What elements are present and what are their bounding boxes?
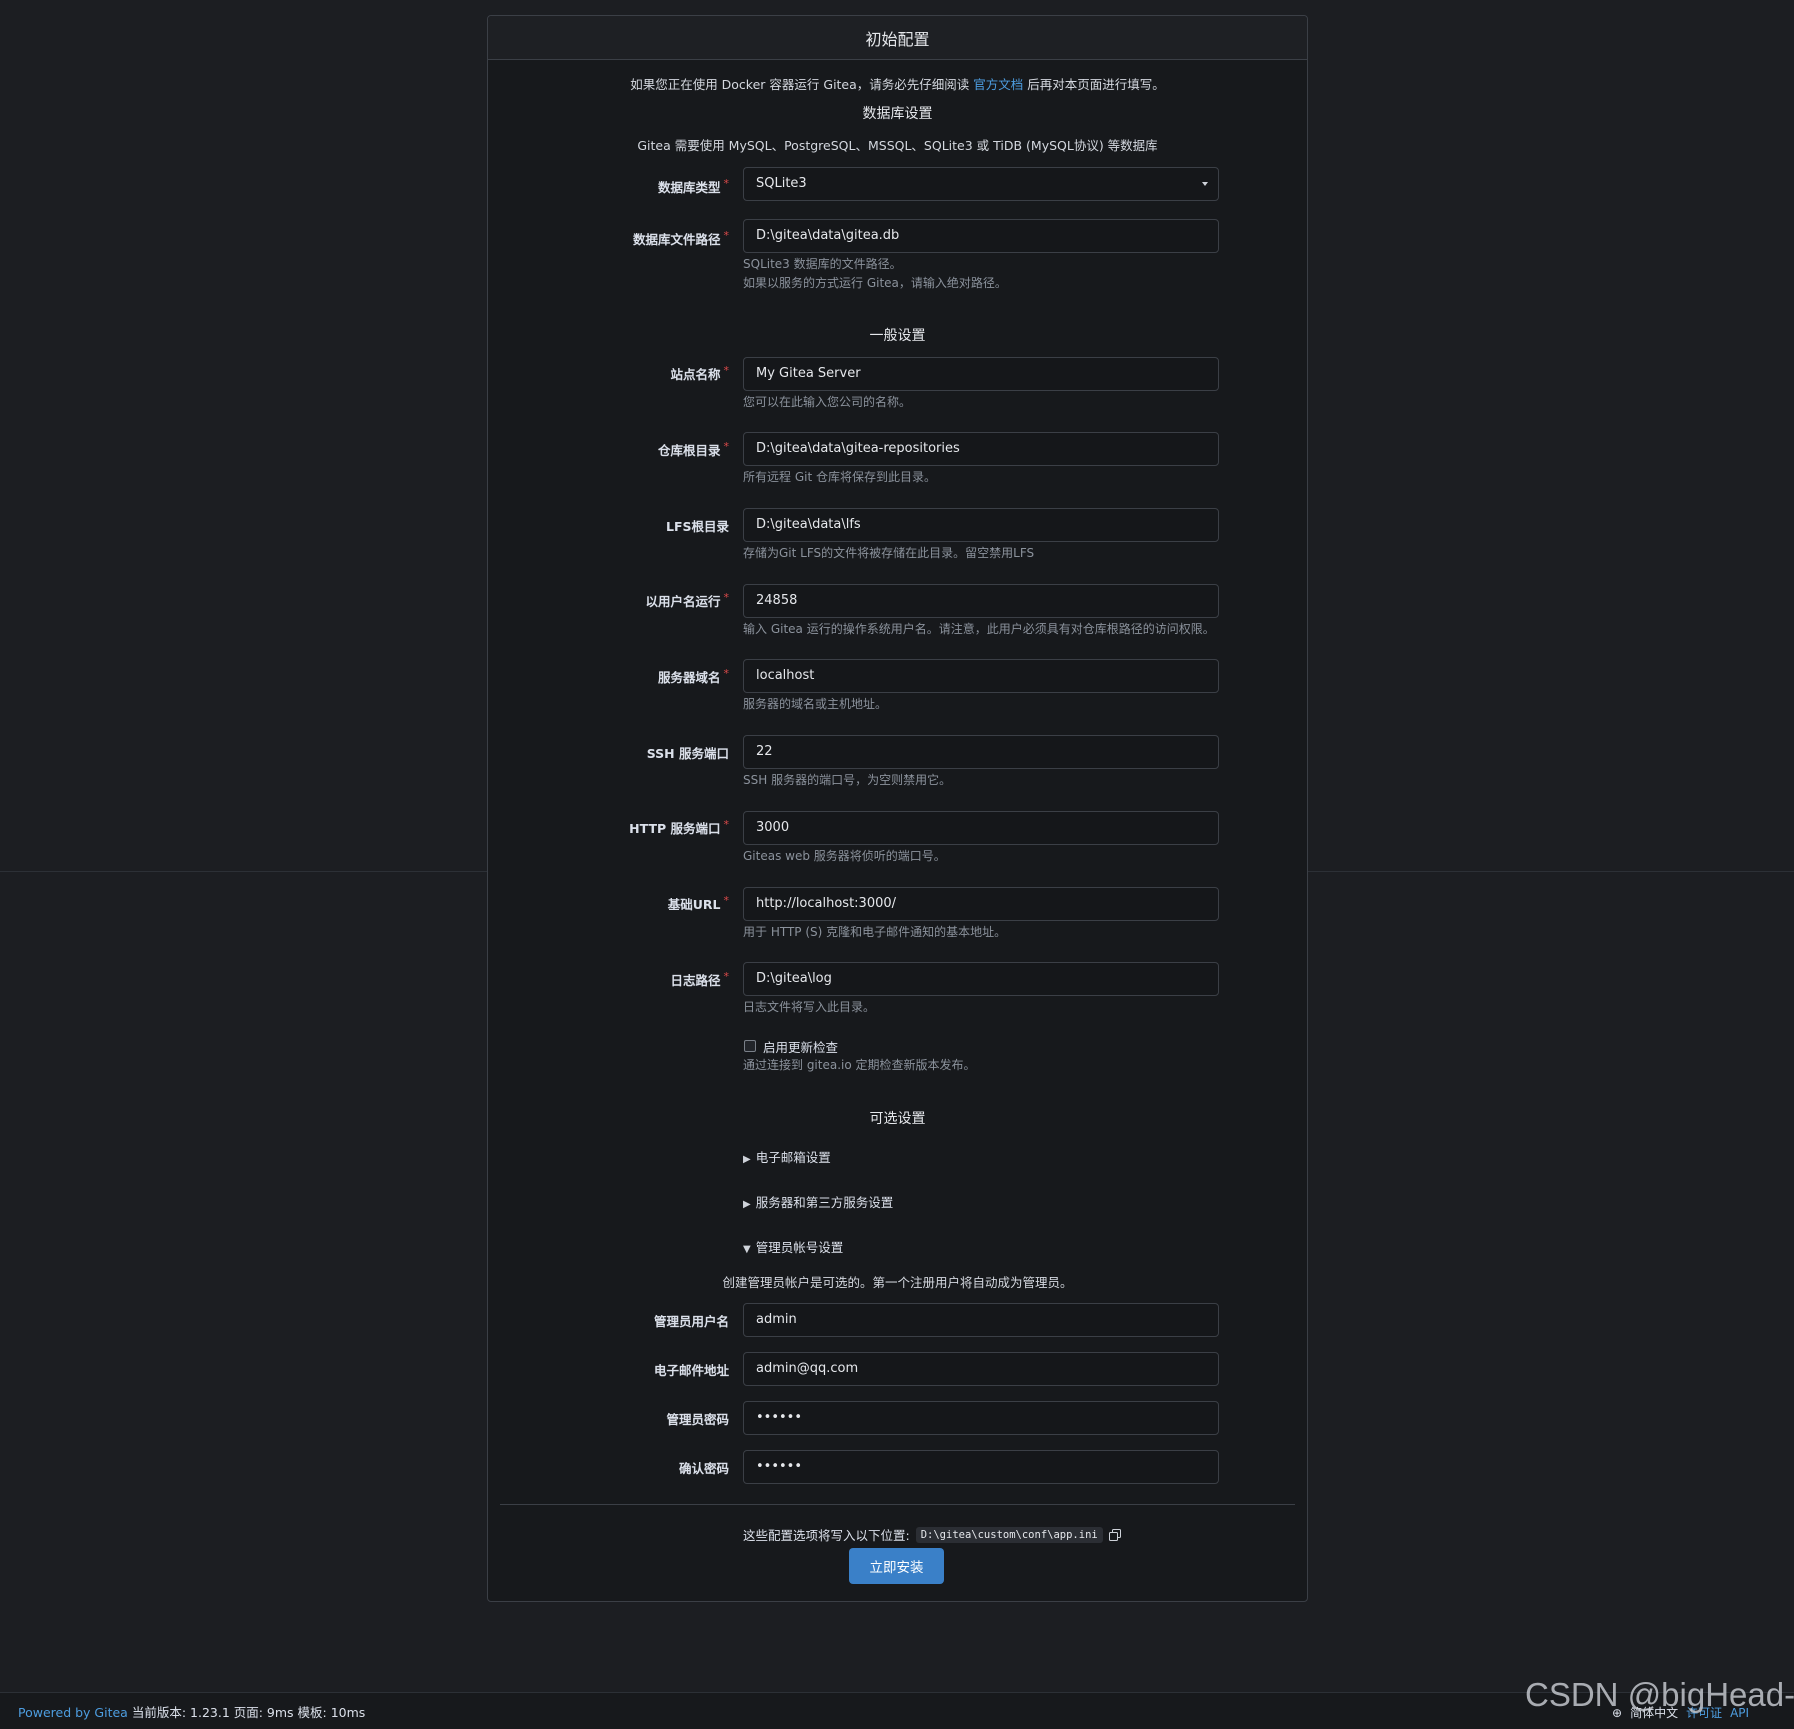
admin-settings-toggle[interactable]: ▼ 管理员帐号设置 — [743, 1237, 843, 1256]
form-divider — [500, 1504, 1295, 1505]
install-button[interactable]: 立即安装 — [849, 1548, 944, 1584]
chevron-down-icon — [1202, 182, 1208, 186]
admin-desc: 创建管理员帐户是可选的。第一个注册用户将自动成为管理员。 — [722, 1275, 1073, 1290]
repo-root-help: 所有远程 Git 仓库将保存到此目录。 — [743, 470, 936, 484]
db-path-help: SQLite3 数据库的文件路径。 如果以服务的方式运行 Gitea，请输入绝对… — [743, 257, 1007, 290]
http-port-input[interactable]: 3000 — [743, 811, 1219, 845]
repo-root-input[interactable]: D:\gitea\data\gitea-repositories — [743, 432, 1219, 466]
config-write-notice: 这些配置选项将写入以下位置: D:\gitea\custom\conf\app.… — [743, 1525, 1121, 1544]
db-type-select[interactable]: SQLite3 — [743, 167, 1219, 201]
triangle-down-icon: ▼ — [743, 1244, 751, 1255]
copy-icon[interactable] — [1108, 1528, 1121, 1541]
domain-label: 服务器域名 * — [657, 667, 729, 685]
watermark: CSDN @bigHead- — [1525, 1676, 1794, 1713]
lfs-root-input[interactable]: D:\gitea\data\lfs — [743, 508, 1219, 542]
ssh-port-label: SSH 服务端口 — [646, 746, 729, 761]
config-path: D:\gitea\custom\conf\app.ini — [915, 1526, 1103, 1543]
lfs-root-label: LFS根目录 — [665, 519, 729, 534]
http-port-help: Giteas web 服务器将侦听的端口号。 — [743, 849, 946, 863]
admin-email-label: 电子邮件地址 — [653, 1363, 729, 1378]
site-name-label: 站点名称 * — [670, 364, 729, 382]
db-section-title: 数据库设置 — [862, 106, 933, 122]
docker-notice: 如果您正在使用 Docker 容器运行 Gitea，请务必先仔细阅读 官方文档 … — [630, 77, 1165, 92]
domain-input[interactable]: localhost — [743, 659, 1219, 693]
admin-email-input[interactable]: admin@qq.com — [743, 1352, 1219, 1386]
log-path-input[interactable]: D:\gitea\log — [743, 962, 1219, 996]
log-path-help: 日志文件将写入此目录。 — [743, 1000, 876, 1014]
triangle-right-icon: ▶ — [743, 1199, 751, 1210]
log-path-label: 日志路径 * — [670, 970, 729, 988]
server-settings-toggle[interactable]: ▶ 服务器和第三方服务设置 — [743, 1192, 893, 1211]
domain-help: 服务器的域名或主机地址。 — [743, 697, 888, 711]
db-section-desc: Gitea 需要使用 MySQL、PostgreSQL、MSSQL、SQLite… — [637, 138, 1158, 153]
base-url-label: 基础URL * — [667, 894, 729, 912]
email-settings-toggle[interactable]: ▶ 电子邮箱设置 — [743, 1147, 831, 1166]
page-title: 初始配置 — [488, 16, 1307, 60]
run-user-label: 以用户名运行 * — [645, 591, 729, 609]
repo-root-label: 仓库根目录 * — [657, 440, 729, 458]
optional-section-title: 可选设置 — [869, 1111, 926, 1127]
run-user-input[interactable]: 24858 — [743, 584, 1219, 618]
run-user-help: 输入 Gitea 运行的操作系统用户名。请注意，此用户必须具有对仓库根路径的访问… — [743, 622, 1215, 636]
db-type-label: 数据库类型 * — [657, 177, 729, 195]
confirm-password-label: 确认密码 — [678, 1461, 729, 1476]
powered-by-link[interactable]: Powered by Gitea — [18, 1705, 128, 1720]
confirm-password-input[interactable]: •••••• — [743, 1450, 1219, 1484]
admin-username-label: 管理员用户名 — [653, 1314, 729, 1329]
version-info: 当前版本: 1.23.1 页面: 9ms 模板: 10ms — [131, 1705, 366, 1720]
base-url-input[interactable]: http://localhost:3000/ — [743, 887, 1219, 921]
update-check-checkbox[interactable] — [744, 1040, 756, 1052]
admin-username-input[interactable]: admin — [743, 1303, 1219, 1337]
ssh-port-input[interactable]: 22 — [743, 735, 1219, 769]
db-path-label: 数据库文件路径 * — [632, 229, 729, 247]
ssh-port-help: SSH 服务器的端口号，为空则禁用它。 — [743, 773, 952, 787]
site-name-input[interactable]: My Gitea Server — [743, 357, 1219, 391]
update-check-help: 通过连接到 gitea.io 定期检查新版本发布。 — [743, 1058, 976, 1072]
http-port-label: HTTP 服务端口 * — [629, 818, 729, 836]
base-url-help: 用于 HTTP (S) 克隆和电子邮件通知的基本地址。 — [743, 925, 1007, 939]
update-check-label[interactable]: 启用更新检查 — [763, 1037, 838, 1056]
general-section-title: 一般设置 — [869, 328, 926, 344]
admin-password-input[interactable]: •••••• — [743, 1401, 1219, 1435]
admin-password-label: 管理员密码 — [666, 1412, 729, 1427]
triangle-right-icon: ▶ — [743, 1154, 751, 1165]
lfs-root-help: 存储为Git LFS的文件将被存储在此目录。留空禁用LFS — [743, 546, 1035, 560]
install-form-card: 初始配置 如果您正在使用 Docker 容器运行 Gitea，请务必先仔细阅读 … — [487, 15, 1308, 1602]
db-path-input[interactable]: D:\gitea\data\gitea.db — [743, 219, 1219, 253]
site-name-help: 您可以在此输入您公司的名称。 — [743, 395, 912, 409]
official-docs-link[interactable]: 官方文档 — [973, 77, 1023, 92]
